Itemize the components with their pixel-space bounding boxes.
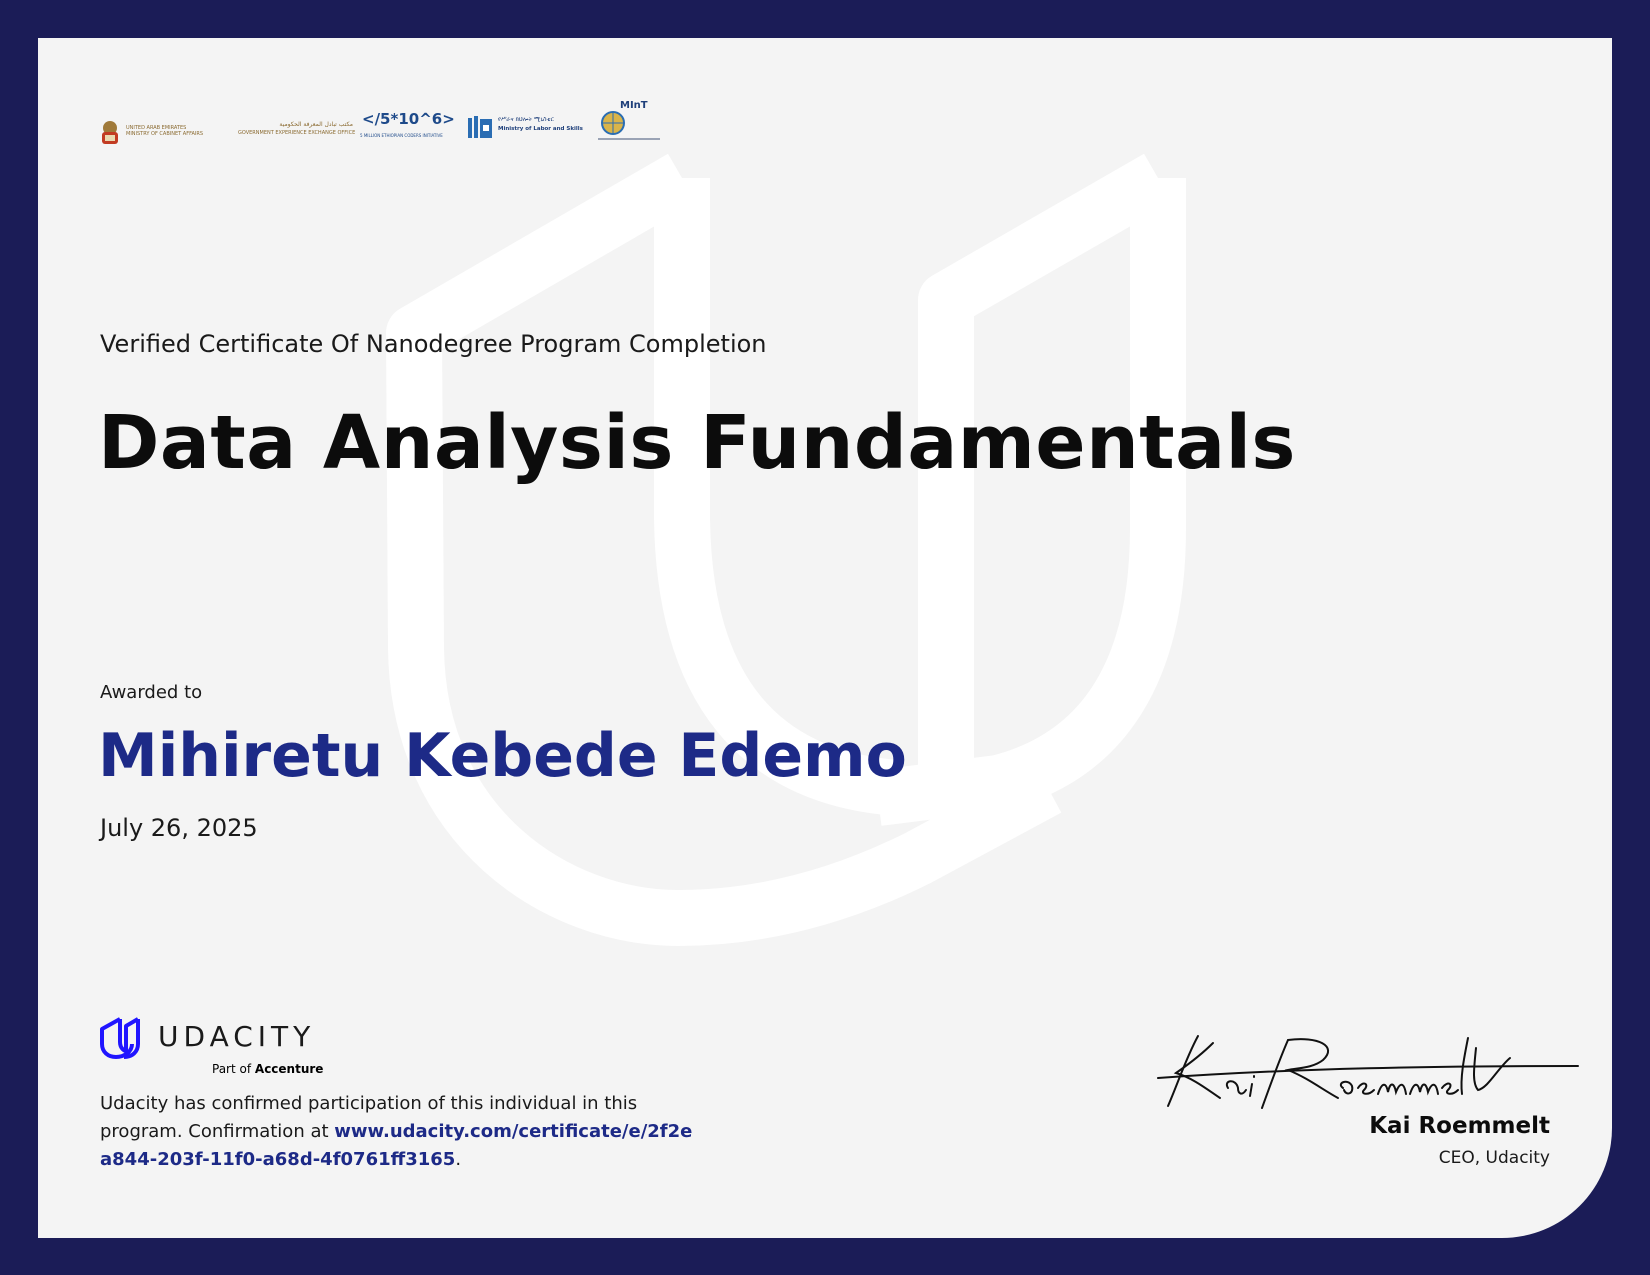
signer-role: CEO, Udacity: [1438, 1148, 1550, 1168]
uae-ministry-logo: UNITED ARAB EMIRATES MINISTRY OF CABINET…: [98, 118, 208, 158]
emblem-icon: [102, 121, 118, 144]
udacity-wordmark: UDACITY: [158, 1020, 316, 1053]
mint-logo: MInT: [598, 98, 668, 148]
course-title: Data Analysis Fundamentals: [98, 400, 1296, 486]
udacity-brand: UDACITY Part of Accenture: [98, 1016, 398, 1096]
awarded-label: Awarded to: [100, 682, 203, 703]
signer-name: Kai Roemmelt: [1369, 1113, 1550, 1139]
certificate-subtitle: Verified Certificate Of Nanodegree Progr…: [100, 330, 767, 358]
signature-image: [1157, 1035, 1579, 1109]
award-date: July 26, 2025: [100, 814, 258, 842]
udacity-logo-icon: [100, 1017, 140, 1059]
government-experience-exchange-logo: مكتب تبادل المعرفة الحكومية GOVERNMENT E…: [238, 121, 356, 137]
partner-logos: UNITED ARAB EMIRATES MINISTRY OF CABINET…: [98, 98, 718, 198]
mint-caption-line: [598, 138, 660, 140]
certificate-card: UNITED ARAB EMIRATES MINISTRY OF CABINET…: [38, 38, 1612, 1238]
five-million-coders-logo: </5*10^6> 5 MILLION ETHIOPIAN CODERS INI…: [360, 110, 455, 138]
brand-subline: Part of Accenture: [212, 1062, 324, 1076]
ministry-labor-skills-logo: የሥራና ክህሎት ሚኒስቴር Ministry of Labor and Sk…: [468, 114, 588, 144]
recipient-name: Mihiretu Kebede Edemo: [98, 721, 907, 791]
building-icon: [468, 116, 492, 138]
globe-icon: [601, 111, 625, 135]
confirmation-text: Udacity has confirmed participation of t…: [100, 1093, 693, 1170]
